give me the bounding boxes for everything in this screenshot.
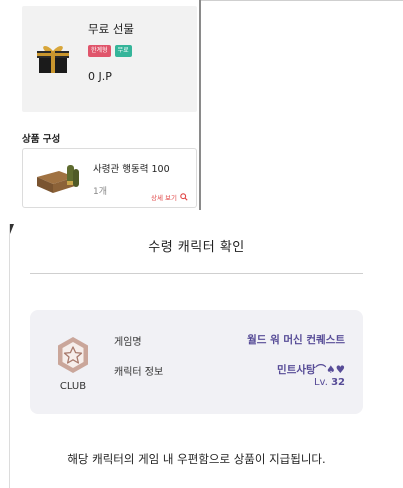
delivery-notice: 해당 캐릭터의 게임 내 우편함으로 상품이 지급됩니다. [67, 452, 326, 466]
character-level: Lv. 32 [314, 377, 345, 388]
detail-view-label: 상세 보기 [151, 194, 177, 202]
product-card[interactable]: 무료 선물 한계형 무료 0 J.P [22, 6, 197, 112]
dialog-edge [9, 224, 10, 488]
dialog-divider [30, 273, 363, 274]
character-info-card: CLUB 게임명 월드 워 머신 컨퀘스트 캐릭터 정보 민트사탕⌒♠♥ Lv.… [30, 310, 363, 414]
level-value: 32 [331, 377, 345, 388]
game-name-label: 게임명 [114, 337, 142, 348]
panel-divider [199, 0, 201, 210]
club-label: CLUB [59, 381, 87, 392]
search-icon [180, 193, 188, 201]
level-prefix: Lv. [313, 377, 328, 388]
character-info-label: 캐릭터 정보 [114, 367, 164, 378]
detail-view-link[interactable]: 상세 보기 [151, 192, 188, 202]
gift-box-icon [36, 41, 70, 75]
ammo-crate-icon [35, 163, 81, 195]
product-panel: 무료 선물 한계형 무료 0 J.P 상품 구성 사령관 행동력 100 1개 … [0, 0, 199, 210]
composition-heading: 상품 구성 [22, 134, 61, 145]
item-quantity: 1개 [93, 187, 108, 197]
product-name: 무료 선물 [88, 22, 134, 36]
composition-item: 사령관 행동력 100 1개 상세 보기 [22, 148, 197, 208]
limit-badge: 한계형 [88, 45, 111, 57]
game-name-value: 월드 워 머신 컨퀘스트 [247, 334, 345, 346]
character-name: 민트사탕⌒♠♥ [277, 364, 345, 376]
dialog-title: 수령 캐릭터 확인 [148, 240, 245, 255]
club-badge-icon [58, 337, 88, 373]
free-badge: 무료 [114, 45, 132, 57]
item-name: 사령관 행동력 100 [93, 164, 170, 175]
badge-row: 한계형 무료 [88, 45, 132, 57]
product-price: 0 J.P [88, 70, 112, 83]
